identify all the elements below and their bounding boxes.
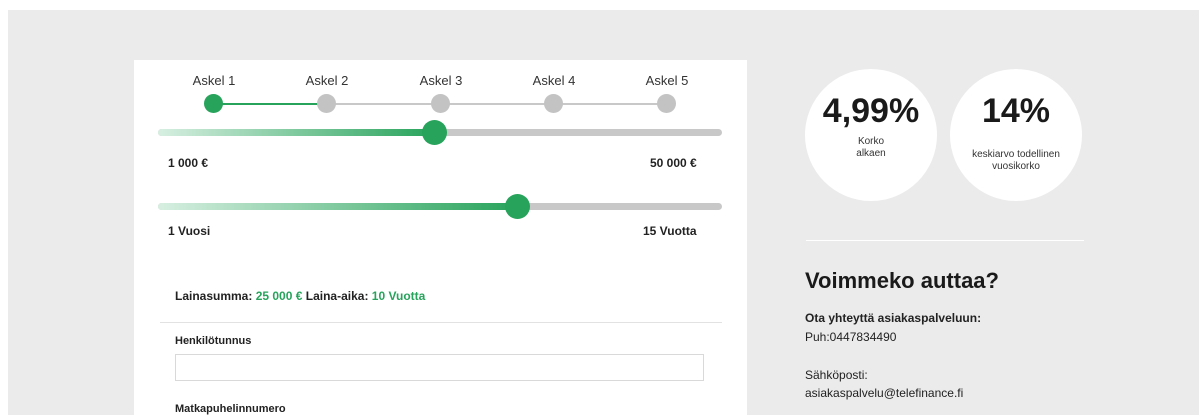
email-link[interactable]: asiakaspalvelu@telefinance.fi	[805, 386, 963, 400]
email-label: Sähköposti:	[805, 368, 868, 382]
step-dot-2[interactable]	[317, 94, 336, 113]
apr-value: 14%	[981, 92, 1051, 130]
amount-slider-thumb[interactable]	[422, 120, 447, 145]
term-min-label: 1 Vuosi	[168, 224, 211, 238]
apr-caption: keskiarvo todellinen vuosikorko	[956, 149, 1076, 173]
term-slider-fill	[158, 203, 518, 210]
loan-summary: Lainasumma: 25 000 € Laina-aika: 10 Vuot…	[175, 289, 425, 303]
step-dot-3[interactable]	[431, 94, 450, 113]
phone-number: Puh:0447834490	[805, 330, 897, 344]
apr-circle: 14% keskiarvo todellinen vuosikorko	[950, 69, 1082, 201]
apr-caption-line2: vuosikorko	[992, 161, 1040, 172]
term-max-label: 15 Vuotta	[643, 224, 697, 238]
help-title: Voimmeko auttaa?	[805, 268, 999, 293]
phone-label: Matkapuhelinnumero	[175, 403, 286, 415]
amount-slider-fill	[158, 129, 435, 136]
interest-rate-circle: 4,99% Korko alkaen	[805, 69, 937, 201]
interest-rate-value: 4,99%	[822, 92, 920, 130]
interest-caption-line2: alkaen	[856, 148, 886, 159]
help-divider	[806, 240, 1084, 241]
interest-rate-caption: Korko alkaen	[811, 136, 931, 160]
step-dot-1[interactable]	[204, 94, 223, 113]
term-label: Laina-aika:	[302, 289, 372, 303]
stepper-line	[327, 103, 667, 105]
interest-caption-line1: Korko	[857, 136, 885, 147]
ssn-label: Henkilötunnus	[175, 335, 252, 347]
amount-min-label: 1 000 €	[168, 156, 209, 170]
step-label-3: Askel 3	[419, 73, 463, 88]
contact-heading: Ota yhteyttä asiakaspalveluun:	[805, 311, 982, 325]
apr-caption-line1: keskiarvo todellinen	[972, 149, 1060, 160]
summary-divider	[160, 322, 722, 323]
step-dot-4[interactable]	[544, 94, 563, 113]
amount-value: 25 000 €	[255, 289, 303, 303]
amount-max-label: 50 000 €	[650, 156, 697, 170]
amount-label: Lainasumma:	[175, 289, 256, 303]
stepper-progress-line	[214, 103, 327, 105]
step-label-2: Askel 2	[305, 73, 349, 88]
step-label-1: Askel 1	[192, 73, 236, 88]
step-label-5: Askel 5	[645, 73, 689, 88]
step-label-4: Askel 4	[532, 73, 576, 88]
term-value: 10 Vuotta	[371, 289, 426, 303]
step-dot-5[interactable]	[657, 94, 676, 113]
term-slider-thumb[interactable]	[505, 194, 530, 219]
ssn-input[interactable]	[175, 354, 704, 381]
